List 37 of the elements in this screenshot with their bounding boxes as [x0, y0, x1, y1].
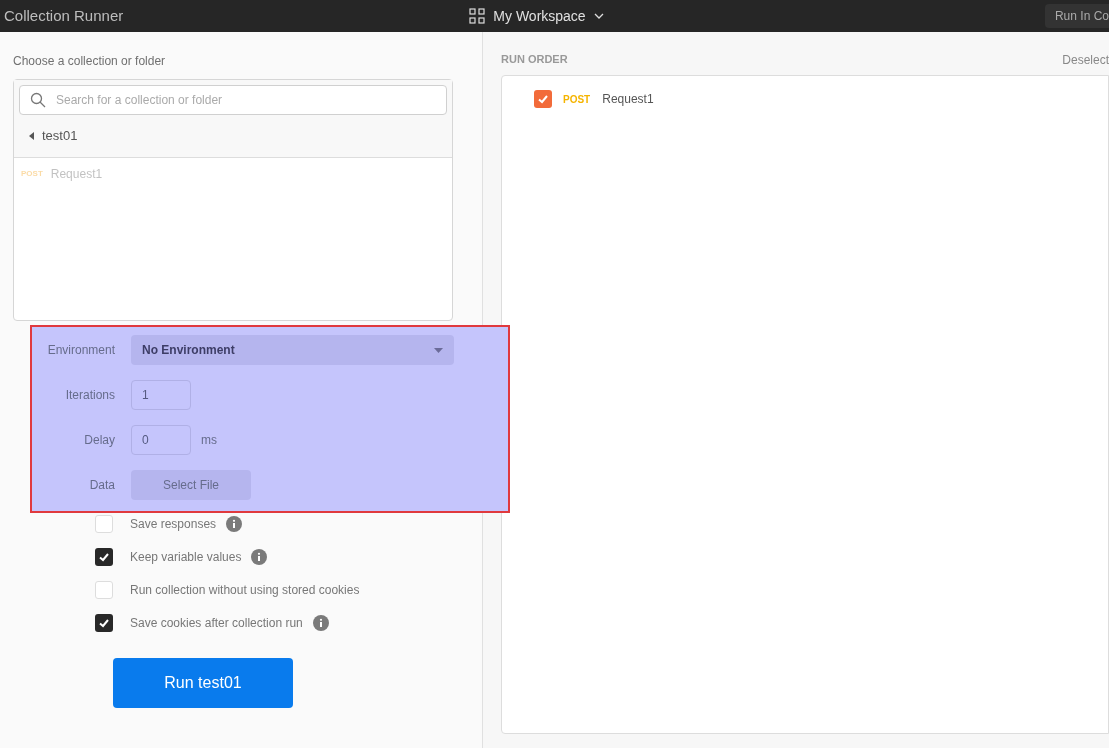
- method-label: POST: [563, 92, 591, 107]
- chevron-down-icon: [593, 11, 604, 21]
- option-label: Keep variable values: [130, 549, 242, 566]
- number-field[interactable]: 0: [131, 425, 191, 455]
- unit-label: ms: [201, 432, 217, 449]
- search-field[interactable]: Search for a collection or folder: [19, 85, 447, 115]
- workspace-menu[interactable]: My Workspace: [469, 5, 604, 27]
- check-icon: [98, 617, 110, 629]
- option-label: Run collection without using stored cookies: [130, 582, 360, 599]
- request-name: Request1: [602, 91, 654, 108]
- field-label: Iterations: [64, 387, 115, 404]
- checkbox[interactable]: [534, 90, 552, 108]
- search-icon: [30, 92, 46, 108]
- caret-left-icon: [29, 132, 34, 140]
- checkbox[interactable]: [95, 515, 113, 533]
- checkbox[interactable]: [95, 581, 113, 599]
- checkbox[interactable]: [95, 548, 113, 566]
- folder-back-item[interactable]: test01: [19, 115, 78, 157]
- field-label: Delay: [83, 432, 115, 449]
- deselect-link[interactable]: Deselect: [1062, 50, 1109, 69]
- checkbox[interactable]: [95, 614, 113, 632]
- field-label: Data: [88, 477, 115, 494]
- select-file-button[interactable]: Select File: [131, 470, 251, 500]
- number-field[interactable]: 1: [131, 380, 191, 410]
- check-icon: [98, 551, 110, 563]
- run-in-button[interactable]: Run In Co: [1044, 4, 1109, 28]
- field-label: Environment: [46, 342, 115, 359]
- grid-icon: [469, 8, 486, 24]
- caret-down-icon: [434, 347, 443, 353]
- option-label: Save cookies after collection run: [130, 615, 303, 632]
- run-button[interactable]: Run test01: [113, 658, 293, 708]
- option-label: Save responses: [130, 516, 217, 533]
- window-title: Collection Runner: [4, 5, 125, 26]
- environment-dropdown[interactable]: No Environment: [131, 335, 454, 365]
- check-icon: [537, 93, 549, 105]
- section-heading: RUN ORDER: [501, 52, 568, 68]
- section-label: Choose a collection or folder: [13, 53, 167, 70]
